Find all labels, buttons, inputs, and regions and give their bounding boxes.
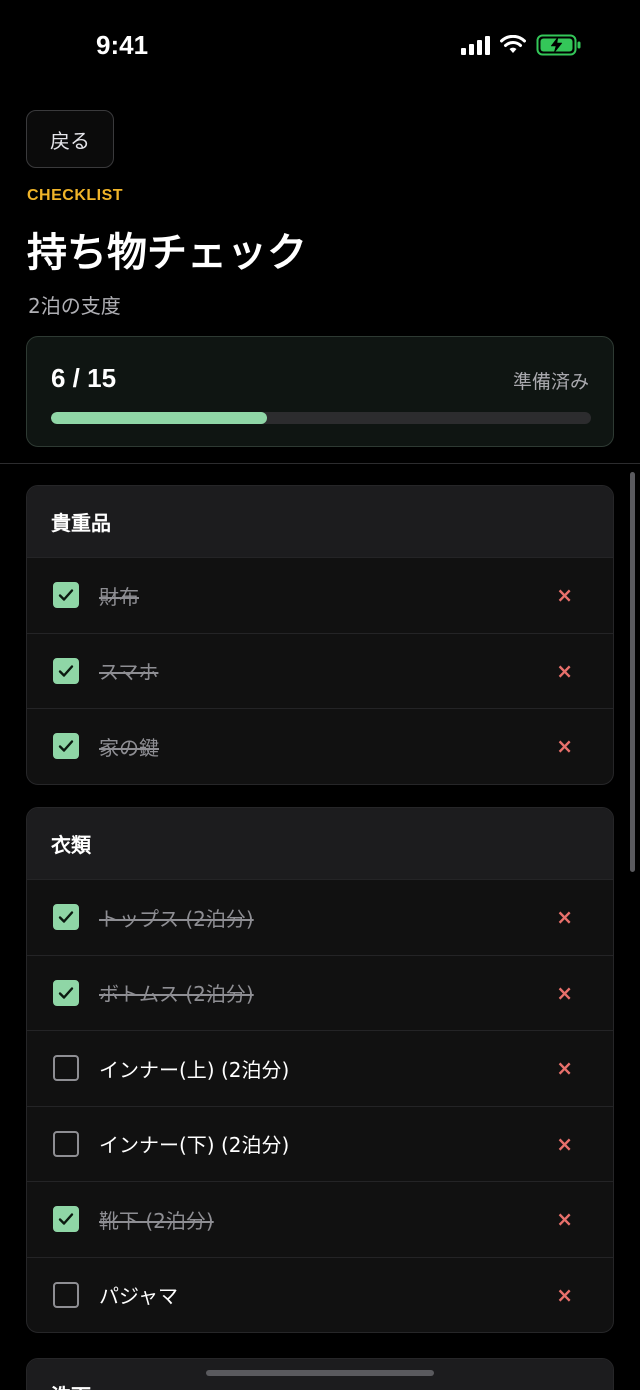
checkbox[interactable] <box>53 582 79 609</box>
item-label: トップス (2泊分) <box>99 906 254 931</box>
progress-label: 準備済み <box>512 371 589 393</box>
status-time: 9:41 <box>96 30 149 60</box>
list-item: インナー(上) (2泊分) × <box>27 1030 613 1106</box>
checkbox[interactable] <box>53 904 79 931</box>
section-clothing: 衣類 トップス (2泊分) × ボトムス (2泊分) × インナー(上) (2泊… <box>26 807 614 1333</box>
delete-icon[interactable]: × <box>556 583 573 607</box>
item-label: 靴下 (2泊分) <box>99 1208 214 1233</box>
list-item: トップス (2泊分) × <box>27 879 613 955</box>
item-label: パジャマ <box>99 1284 178 1309</box>
list-item: インナー(下) (2泊分) × <box>27 1105 613 1182</box>
checkbox[interactable] <box>53 657 79 684</box>
item-label: 財布 <box>99 584 139 609</box>
checkbox[interactable] <box>53 1206 79 1233</box>
list-item: ボトムス (2泊分) × <box>27 954 613 1031</box>
home-indicator[interactable] <box>206 1370 434 1376</box>
list-item: スマホ × <box>27 632 613 709</box>
item-label: インナー(上) (2泊分) <box>99 1057 290 1082</box>
list-item: パジャマ × <box>27 1256 613 1333</box>
battery-charging-icon <box>536 34 581 56</box>
delete-icon[interactable]: × <box>556 1283 573 1307</box>
progress-bar-fill <box>51 412 267 424</box>
eyebrow-label: CHECKLIST <box>27 187 124 204</box>
back-button[interactable]: 戻る <box>26 110 114 168</box>
delete-icon[interactable]: × <box>556 734 573 758</box>
checkbox[interactable] <box>53 1281 79 1308</box>
delete-icon[interactable]: × <box>556 659 573 683</box>
item-label: ボトムス (2泊分) <box>99 982 254 1007</box>
section-title: 貴重品 <box>27 486 613 557</box>
checklist-scroll-area[interactable]: 貴重品 財布 × スマホ × 家の鍵 × 衣類 トップス (2泊分) × ボトム… <box>0 464 640 1390</box>
list-item: 財布 × <box>27 557 613 633</box>
screen: 9:41 戻る CHECKLIST 持ち物チェック 2泊の支度 6 / 15 準… <box>0 0 640 1390</box>
list-item: 家の鍵 × <box>27 708 613 784</box>
delete-icon[interactable]: × <box>556 1132 573 1156</box>
signal-icon <box>461 35 490 55</box>
wifi-icon <box>500 35 526 53</box>
page-title: 持ち物チェック <box>27 230 307 276</box>
progress-bar <box>51 412 591 424</box>
item-label: 家の鍵 <box>99 735 159 760</box>
checkbox[interactable] <box>53 1130 79 1157</box>
progress-count: 6 / 15 <box>51 363 117 393</box>
item-label: スマホ <box>99 660 159 685</box>
delete-icon[interactable]: × <box>556 1056 573 1080</box>
status-icons <box>461 34 582 56</box>
section-title: 衣類 <box>27 808 613 879</box>
item-label: インナー(下) (2泊分) <box>99 1133 290 1158</box>
checkbox[interactable] <box>53 733 79 760</box>
status-bar: 9:41 <box>0 0 640 92</box>
section-valuables: 貴重品 財布 × スマホ × 家の鍵 × <box>26 485 614 785</box>
scrollbar[interactable] <box>630 472 635 872</box>
delete-icon[interactable]: × <box>556 981 573 1005</box>
delete-icon[interactable]: × <box>556 905 573 929</box>
list-item: 靴下 (2泊分) × <box>27 1181 613 1257</box>
delete-icon[interactable]: × <box>556 1207 573 1231</box>
progress-card: 6 / 15 準備済み <box>26 336 614 447</box>
checkbox[interactable] <box>53 1055 79 1082</box>
page-subtitle: 2泊の支度 <box>28 294 121 318</box>
checkbox[interactable] <box>53 979 79 1006</box>
